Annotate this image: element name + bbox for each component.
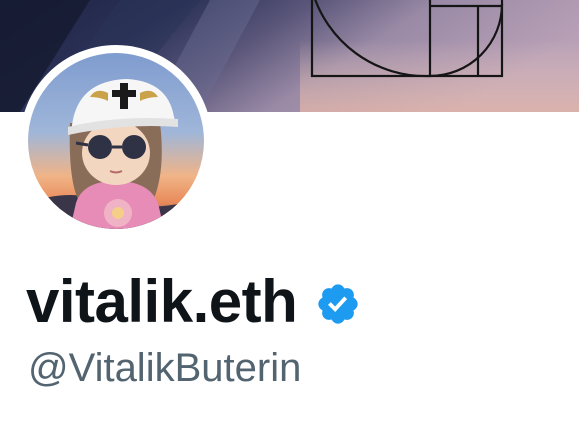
verified-badge-icon-graphic [318,284,358,324]
verified-badge-icon[interactable] [315,281,361,327]
avatar-image [28,53,204,229]
username-handle: @VitalikButerin [28,346,302,390]
name-row: vitalik.eth [26,262,361,342]
avatar[interactable] [28,53,204,229]
display-name: vitalik.eth [26,268,298,335]
avatar-frame[interactable] [20,45,212,237]
